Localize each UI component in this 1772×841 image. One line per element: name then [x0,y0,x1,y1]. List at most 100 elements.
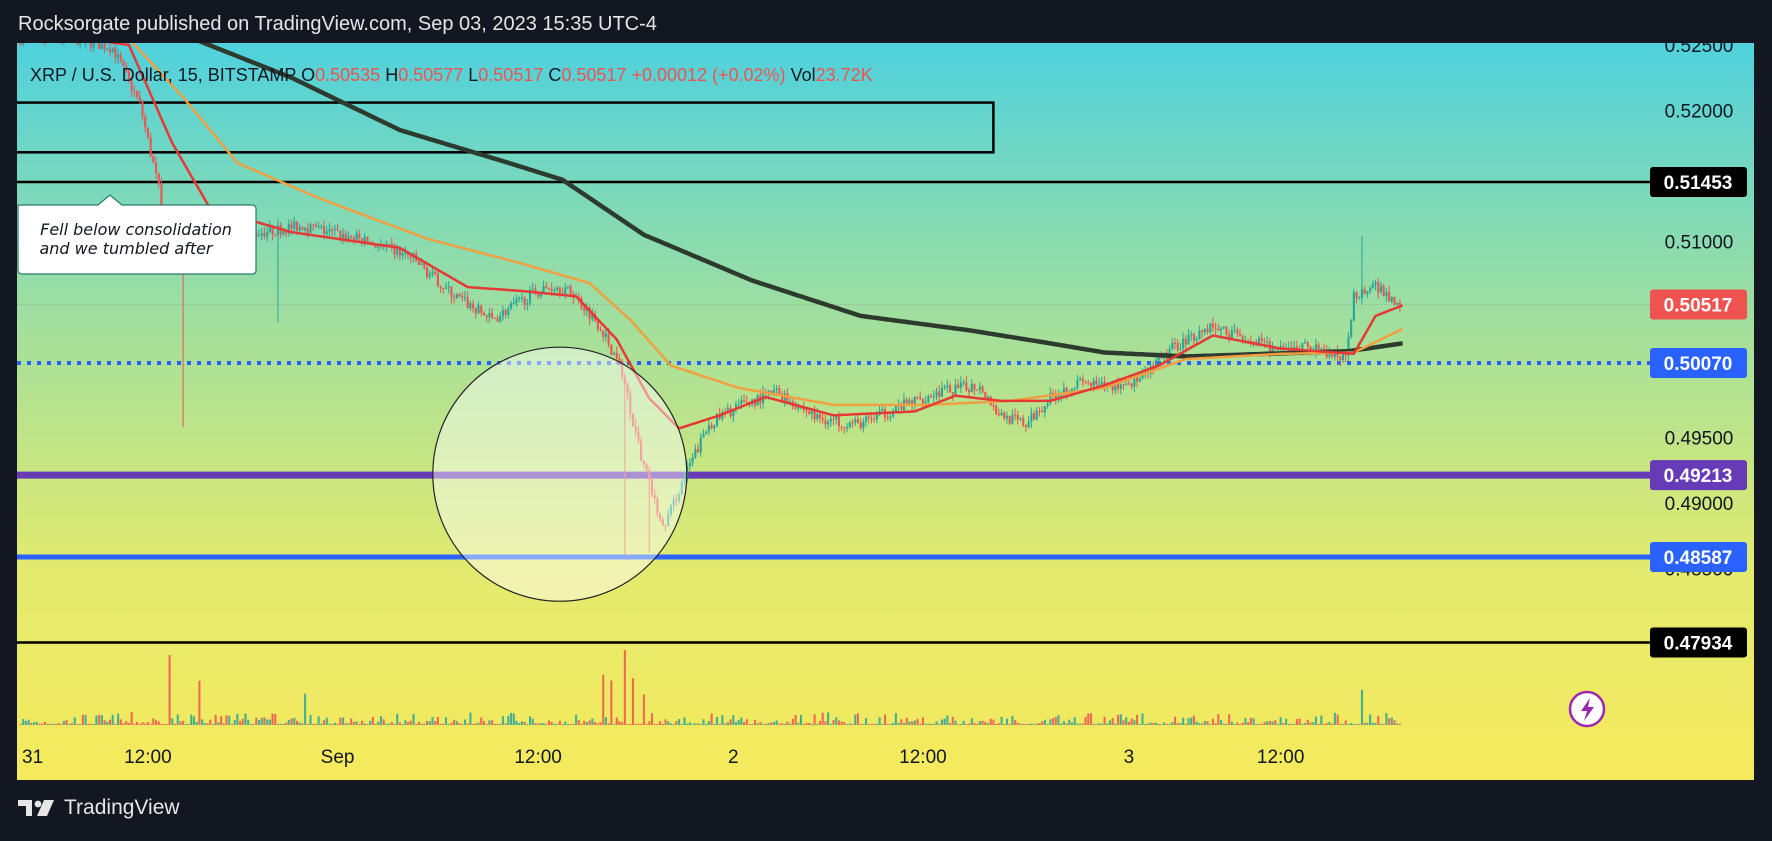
candle [114,47,117,58]
volume-bar [233,720,236,725]
volume-bar [854,714,857,725]
volume-bar [276,723,280,725]
volume-bar [1225,723,1228,725]
candle [705,431,708,435]
volume-bar [1312,722,1315,725]
volume-bar [645,723,648,725]
candle [396,248,399,255]
volume-bar [1060,723,1063,725]
volume-bar [274,714,277,725]
candle [1266,341,1269,343]
volume-bar [317,716,320,725]
volume-bar [1019,723,1022,725]
price-chart[interactable]: 31 12:00 Sep 12:00 2 12:00 3 12:00 0.52500 0.520… [0,0,1772,841]
volume-bar [420,723,423,725]
candle [1095,380,1098,385]
volume-bar [301,723,304,725]
volume-bar [1298,718,1301,725]
volume-bar [510,712,513,725]
volume-bar [106,721,109,725]
candle [461,295,464,298]
volume-bar [493,723,496,725]
candle [808,411,811,415]
candle [1385,291,1388,296]
volume-bar [1390,717,1393,725]
volume-bar [588,720,591,725]
volume-bar [24,720,28,725]
legend-part: Vol [791,65,816,85]
volume-bar [1054,716,1057,725]
volume-bar [360,720,364,725]
candle [144,116,147,128]
volume-bar [1008,723,1011,725]
volume-bar [938,723,941,725]
volume-bar [748,723,751,725]
volume-bar [667,721,670,725]
volume-bar [1127,721,1130,725]
candle [79,43,82,45]
volume-bar [396,713,399,725]
volume-bar [328,723,331,725]
volume-bar [87,723,90,725]
volume-bar [610,680,613,725]
volume-bar [331,723,334,725]
candle [848,422,851,427]
candle [542,286,545,292]
volume-bar [111,714,114,725]
volume-bar [1236,722,1239,725]
candle [1173,342,1177,344]
candle [136,91,139,97]
volume-bar [350,718,353,725]
volume-bar [122,723,125,725]
candle [1195,338,1198,341]
candle [304,228,307,231]
volume-bar [816,723,819,725]
volume-bar [43,721,46,725]
volume-bar [504,723,507,725]
candle [1192,333,1196,341]
volume-bar [1182,717,1185,725]
candle [22,43,25,45]
volume-bar [1249,717,1252,725]
volume-bar [499,723,502,725]
volume-bar [160,723,163,725]
volume-bar [157,721,160,725]
volume-bar [523,721,526,725]
volume-bar [257,720,261,725]
volume-bar [415,723,418,725]
candle [463,297,467,299]
volume-bar [1211,718,1214,725]
volume-bar [1154,722,1158,725]
volume-bar [900,719,903,725]
legend-part: L [468,65,478,85]
volume-bar [642,694,645,725]
candle [453,297,456,299]
candle [119,54,122,62]
volume-bar [266,719,269,725]
candle [1369,288,1372,291]
x-tick-label: 12:00 [514,747,562,768]
candle [71,33,73,37]
volume-bar [1079,723,1082,725]
volume-bar [247,719,250,725]
volume-bar [659,721,662,725]
volume-bar [976,723,979,725]
volume-bar [461,723,464,725]
volume-bar [1239,723,1242,725]
volume-bar [1043,719,1046,725]
volume-bar [1371,722,1374,725]
volume-bar [1125,717,1128,725]
volume-bar [837,720,841,725]
volume-bar [794,715,797,725]
candle [805,409,808,412]
candle [1306,342,1309,347]
candle [426,267,429,277]
candle [398,248,401,256]
volume-bar [599,722,602,725]
volume-bar [1114,723,1117,725]
candle [333,229,336,231]
candle [1382,285,1385,296]
volume-bar [491,720,494,725]
volume-bar [371,716,374,725]
volume-bar [791,718,794,725]
